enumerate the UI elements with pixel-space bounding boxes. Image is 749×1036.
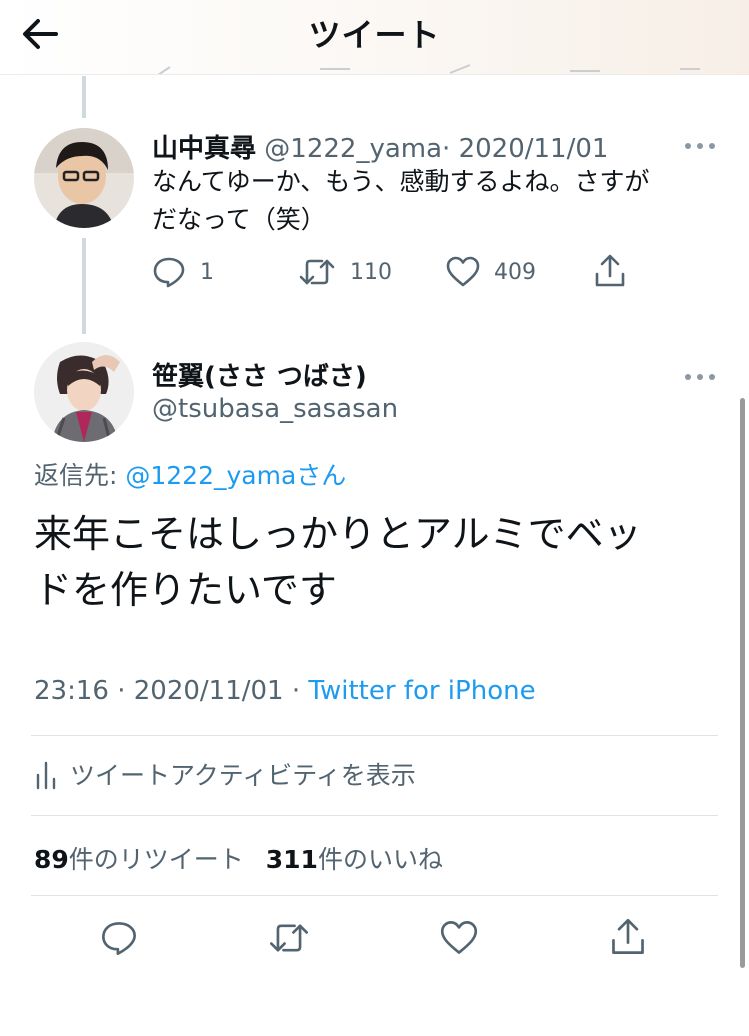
- tweet-time: 23:16: [34, 676, 109, 706]
- retweet-icon: [269, 924, 309, 952]
- reply-context: 返信先: @1222_yamaさん: [34, 456, 346, 492]
- reply-to-link[interactable]: @1222_yamaさん: [125, 461, 346, 490]
- page-title: ツイート: [308, 16, 441, 54]
- scrollbar[interactable]: [740, 398, 745, 968]
- time-separator: ·: [108, 676, 134, 706]
- avatar-tsubasa[interactable]: [34, 342, 134, 442]
- tweet-date: 2020/11/01: [133, 676, 284, 706]
- meta-separator: ·: [442, 134, 451, 164]
- reply-icon: [153, 257, 185, 288]
- like-icon: [446, 256, 480, 287]
- tweet-source-link[interactable]: Twitter for iPhone: [308, 676, 535, 706]
- reply-count: 1: [200, 259, 214, 285]
- reply-button[interactable]: 1: [152, 256, 214, 288]
- previous-tweet-peek: [0, 62, 749, 74]
- retweet-stat[interactable]: 89件のリツイート: [34, 845, 244, 874]
- author-handle[interactable]: @tsubasa_sasasan: [152, 394, 398, 424]
- tweet-text-line-1: 来年こそはしっかりとアルミでベッ: [34, 512, 642, 556]
- like-count: 409: [494, 259, 536, 285]
- tweet-text: なんてゆーか、もう、感動するよね。さすが だなって（笑）: [152, 163, 650, 239]
- divider: [31, 895, 718, 896]
- view-activity-row[interactable]: ツイートアクティビティを表示: [34, 756, 416, 792]
- engagement-stats: 89件のリツイート 311件のいいね: [34, 840, 443, 876]
- analytics-icon: [36, 761, 56, 790]
- reply-button[interactable]: [100, 920, 138, 960]
- author-name[interactable]: 笹翼(ささ つばさ): [152, 356, 367, 393]
- more-icon[interactable]: [682, 368, 718, 380]
- thread-line-bottom: [82, 238, 86, 334]
- reply-icon: [102, 922, 136, 955]
- like-icon: [440, 921, 478, 954]
- tweet-timestamp: 23:16 · 2020/11/01 · Twitter for iPhone: [34, 676, 536, 706]
- tweet-text-line-2: ドを作りたいです: [34, 568, 337, 612]
- tweet-text-line-1: なんてゆーか、もう、感動するよね。さすが: [152, 167, 650, 196]
- reply-prefix: 返信先:: [34, 461, 126, 490]
- retweet-total: 89: [34, 845, 69, 874]
- divider: [31, 735, 718, 736]
- share-icon: [612, 918, 644, 954]
- retweet-stat-label: 件のリツイート: [68, 845, 244, 874]
- view-activity-label: ツイートアクティビティを表示: [70, 761, 416, 790]
- author-name[interactable]: 山中真尋: [152, 134, 256, 164]
- thread-line-top: [82, 76, 86, 118]
- top-bar: ツイート: [0, 0, 749, 75]
- like-total: 311: [265, 845, 318, 874]
- retweet-button[interactable]: 110: [298, 256, 392, 288]
- share-button[interactable]: [594, 254, 626, 288]
- retweet-icon: [299, 259, 335, 285]
- more-icon[interactable]: [682, 137, 718, 149]
- avatar-yamanaka[interactable]: [34, 128, 134, 228]
- tweet-date[interactable]: 2020/11/01: [459, 134, 609, 164]
- retweet-count: 110: [350, 259, 392, 285]
- like-button[interactable]: [440, 920, 478, 960]
- like-button[interactable]: 409: [446, 256, 536, 288]
- share-button[interactable]: [610, 918, 646, 960]
- share-icon: [595, 254, 625, 287]
- retweet-button[interactable]: [268, 920, 310, 960]
- like-stat-label: 件のいいね: [317, 845, 443, 874]
- source-separator: ·: [283, 676, 309, 706]
- like-stat[interactable]: 311件のいいね: [266, 845, 443, 874]
- parent-tweet-meta: 山中真尋 @1222_yama· 2020/11/01: [152, 128, 608, 165]
- tweet-text-line-2: だなって（笑）: [152, 205, 326, 234]
- author-handle[interactable]: @1222_yama: [264, 134, 442, 164]
- divider: [31, 815, 718, 816]
- tweet-text: 来年こそはしっかりとアルミでベッ ドを作りたいです: [34, 506, 642, 618]
